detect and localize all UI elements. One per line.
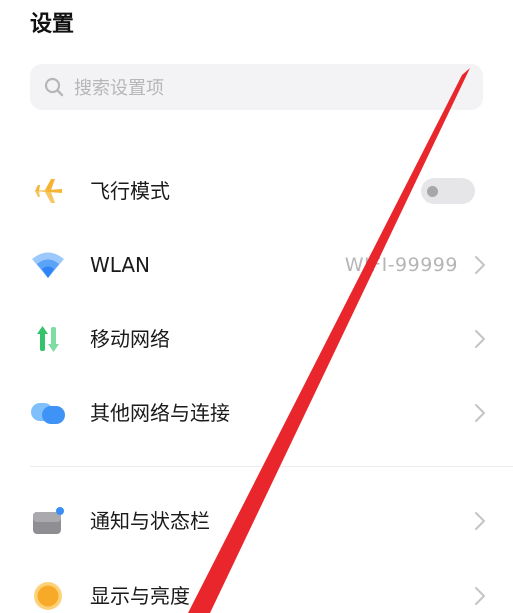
setting-row-wlan[interactable]: WLAN WIFI-99999 [0, 235, 513, 295]
chevron-right-icon [473, 586, 487, 606]
section-divider [30, 466, 513, 467]
airplane-mode-toggle[interactable] [421, 178, 475, 204]
setting-row-display-brightness[interactable]: 显示与亮度 [0, 566, 513, 613]
setting-label: 其他网络与连接 [90, 401, 230, 425]
setting-row-other-networks[interactable]: 其他网络与连接 [0, 383, 513, 443]
chevron-right-icon [473, 329, 487, 349]
search-icon [42, 75, 66, 99]
airplane-icon [30, 173, 66, 209]
page-title: 设置 [30, 12, 75, 37]
wlan-network-name: WIFI-99999 [344, 254, 458, 276]
setting-row-mobile-network[interactable]: 移动网络 [0, 309, 513, 369]
toggle-knob [427, 186, 438, 197]
setting-row-airplane-mode[interactable]: 飞行模式 [0, 161, 513, 221]
chevron-right-icon [473, 403, 487, 423]
setting-label: 飞行模式 [90, 179, 170, 203]
settings-screen: 设置 搜索设置项 飞行模式 WLAN WIFI-99999 移动网络 其他网络与… [0, 0, 513, 613]
notification-icon [30, 503, 66, 539]
wifi-icon [30, 247, 66, 283]
setting-label: WLAN [90, 253, 151, 277]
brightness-icon [30, 578, 66, 613]
mobile-data-icon [30, 321, 66, 357]
search-placeholder: 搜索设置项 [74, 78, 164, 99]
chevron-right-icon [473, 255, 487, 275]
search-bar[interactable]: 搜索设置项 [30, 64, 483, 110]
chevron-right-icon [473, 511, 487, 531]
cloud-connection-icon [30, 395, 66, 431]
setting-label: 显示与亮度 [90, 584, 190, 608]
setting-row-notifications[interactable]: 通知与状态栏 [0, 491, 513, 551]
setting-label: 移动网络 [90, 327, 170, 351]
setting-label: 通知与状态栏 [90, 509, 210, 533]
